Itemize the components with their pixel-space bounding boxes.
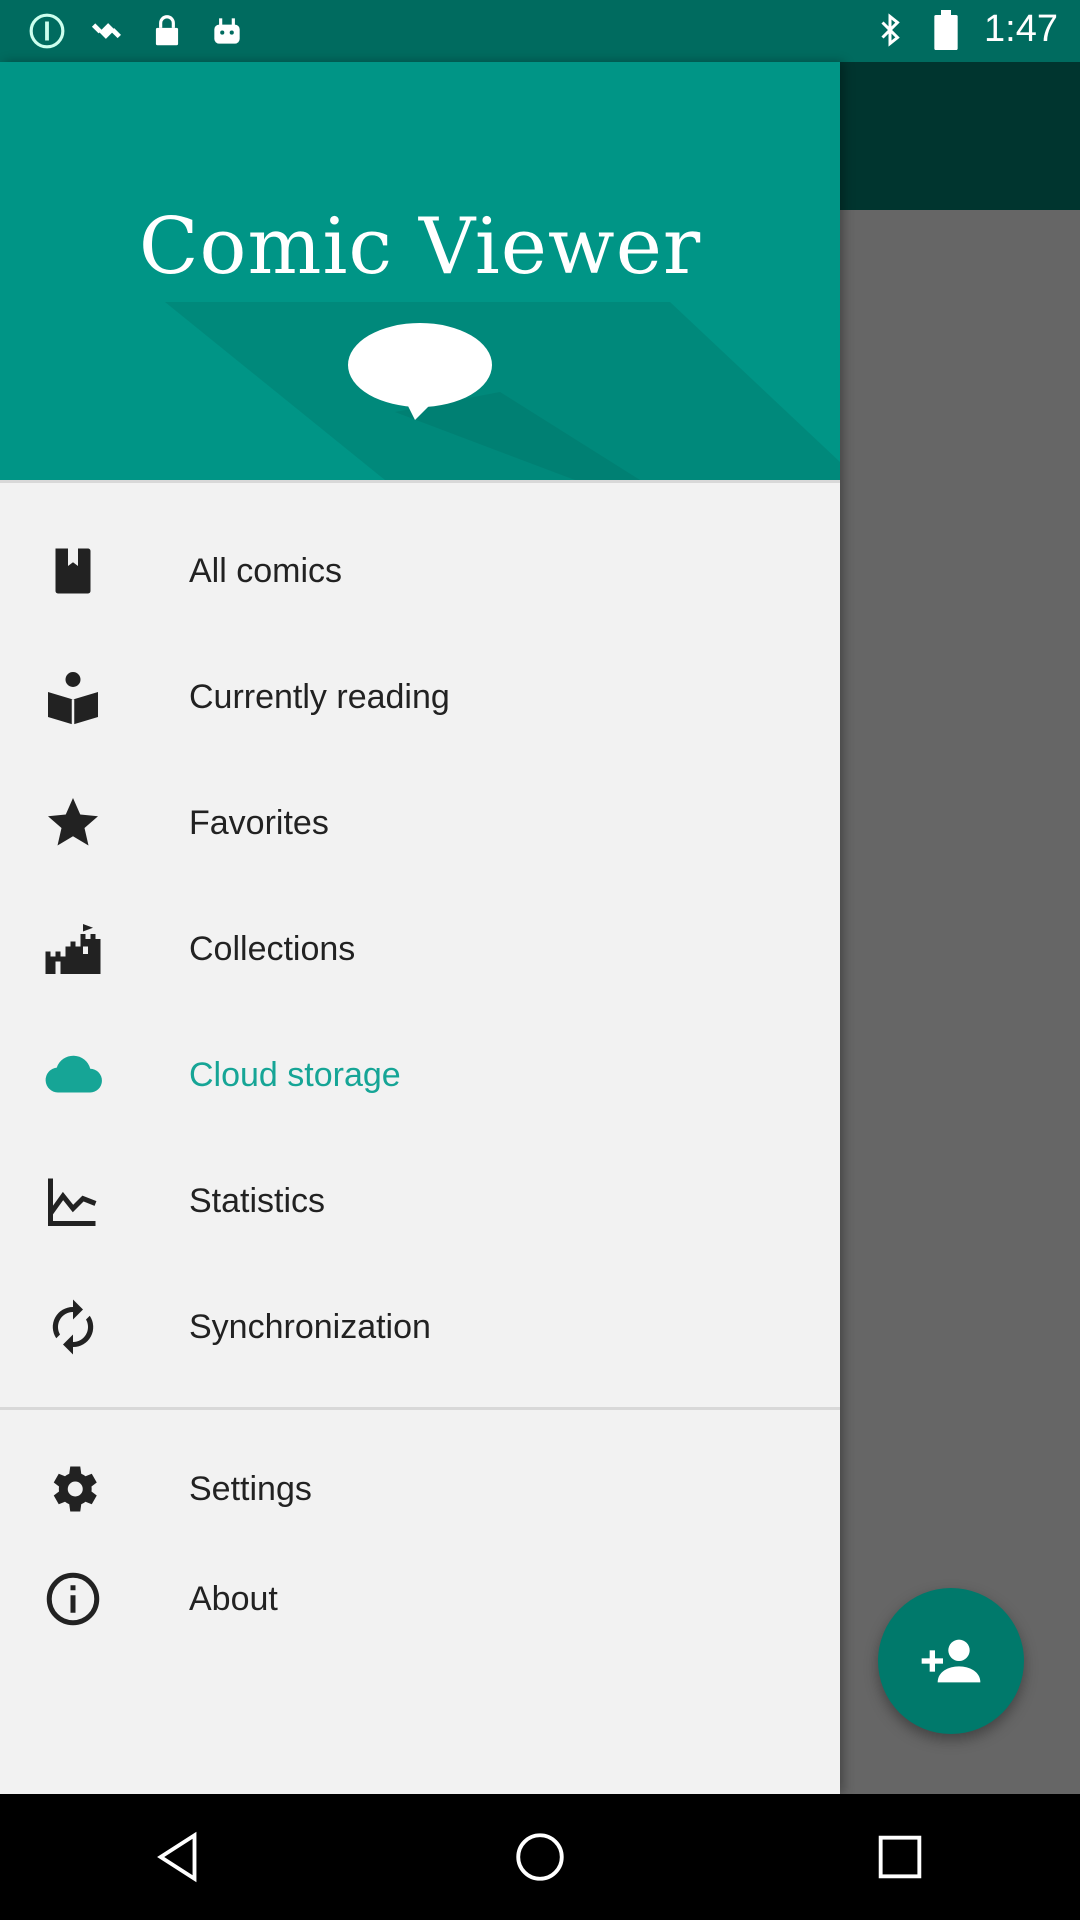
add-person-icon bbox=[921, 1639, 981, 1683]
info-status-icon bbox=[29, 13, 65, 49]
sync-icon bbox=[52, 1299, 94, 1355]
home-icon[interactable] bbox=[511, 1828, 569, 1886]
system-nav-bar bbox=[0, 1794, 1080, 1920]
back-icon[interactable] bbox=[151, 1828, 209, 1886]
fake-gps-icon bbox=[91, 23, 121, 39]
section-divider bbox=[0, 1407, 840, 1410]
lock-icon bbox=[155, 15, 179, 46]
drawer-item-statistics[interactable]: Statistics bbox=[0, 1146, 840, 1256]
drawer-item-favorites[interactable]: Favorites bbox=[0, 768, 840, 878]
speech-bubble-icon bbox=[348, 323, 492, 420]
drawer-item-collections[interactable]: Collections bbox=[0, 894, 840, 1004]
drawer-header: Comic Viewer bbox=[0, 62, 840, 480]
reading-icon bbox=[48, 672, 98, 725]
gear-icon bbox=[53, 1466, 97, 1512]
drawer-item-label: Favorites bbox=[189, 803, 329, 842]
recents-icon[interactable] bbox=[871, 1828, 929, 1886]
info-icon bbox=[46, 1572, 100, 1626]
drawer-item-label: Settings bbox=[189, 1469, 312, 1508]
drawer-item-label: All comics bbox=[189, 551, 343, 590]
navigation-drawer: Comic Viewer All comics Currently readin… bbox=[0, 62, 840, 1794]
drawer-item-about[interactable]: About bbox=[0, 1544, 840, 1654]
drawer-item-synchronization[interactable]: Synchronization bbox=[0, 1272, 840, 1382]
add-person-button[interactable] bbox=[878, 1588, 1024, 1734]
drawer-item-all-comics[interactable]: All comics bbox=[0, 516, 840, 626]
drawer-item-label: Cloud storage bbox=[189, 1055, 401, 1094]
drawer-item-label: Statistics bbox=[189, 1181, 326, 1220]
bluetooth-icon bbox=[881, 12, 900, 47]
app-title: Comic Viewer bbox=[138, 202, 702, 292]
drawer-item-label: Collections bbox=[189, 929, 356, 968]
status-bar: 1:47 bbox=[0, 0, 1080, 62]
drawer-item-cloud-storage[interactable]: Cloud storage bbox=[0, 1020, 840, 1130]
battery-icon bbox=[934, 9, 958, 50]
drawer-item-label: Currently reading bbox=[189, 677, 450, 716]
drawer-item-label: Synchronization bbox=[189, 1307, 431, 1346]
drawer-item-label: About bbox=[189, 1579, 278, 1618]
book-icon bbox=[55, 548, 91, 594]
android-icon bbox=[214, 18, 240, 44]
header-divider bbox=[0, 480, 840, 483]
status-time: 1:47 bbox=[984, 8, 1058, 50]
castle-icon bbox=[45, 924, 101, 974]
star-icon bbox=[48, 798, 98, 846]
chart-icon bbox=[48, 1178, 97, 1226]
cloud-icon bbox=[45, 1055, 102, 1093]
drawer-item-currently-reading[interactable]: Currently reading bbox=[0, 642, 840, 752]
drawer-item-settings[interactable]: Settings bbox=[0, 1434, 840, 1544]
